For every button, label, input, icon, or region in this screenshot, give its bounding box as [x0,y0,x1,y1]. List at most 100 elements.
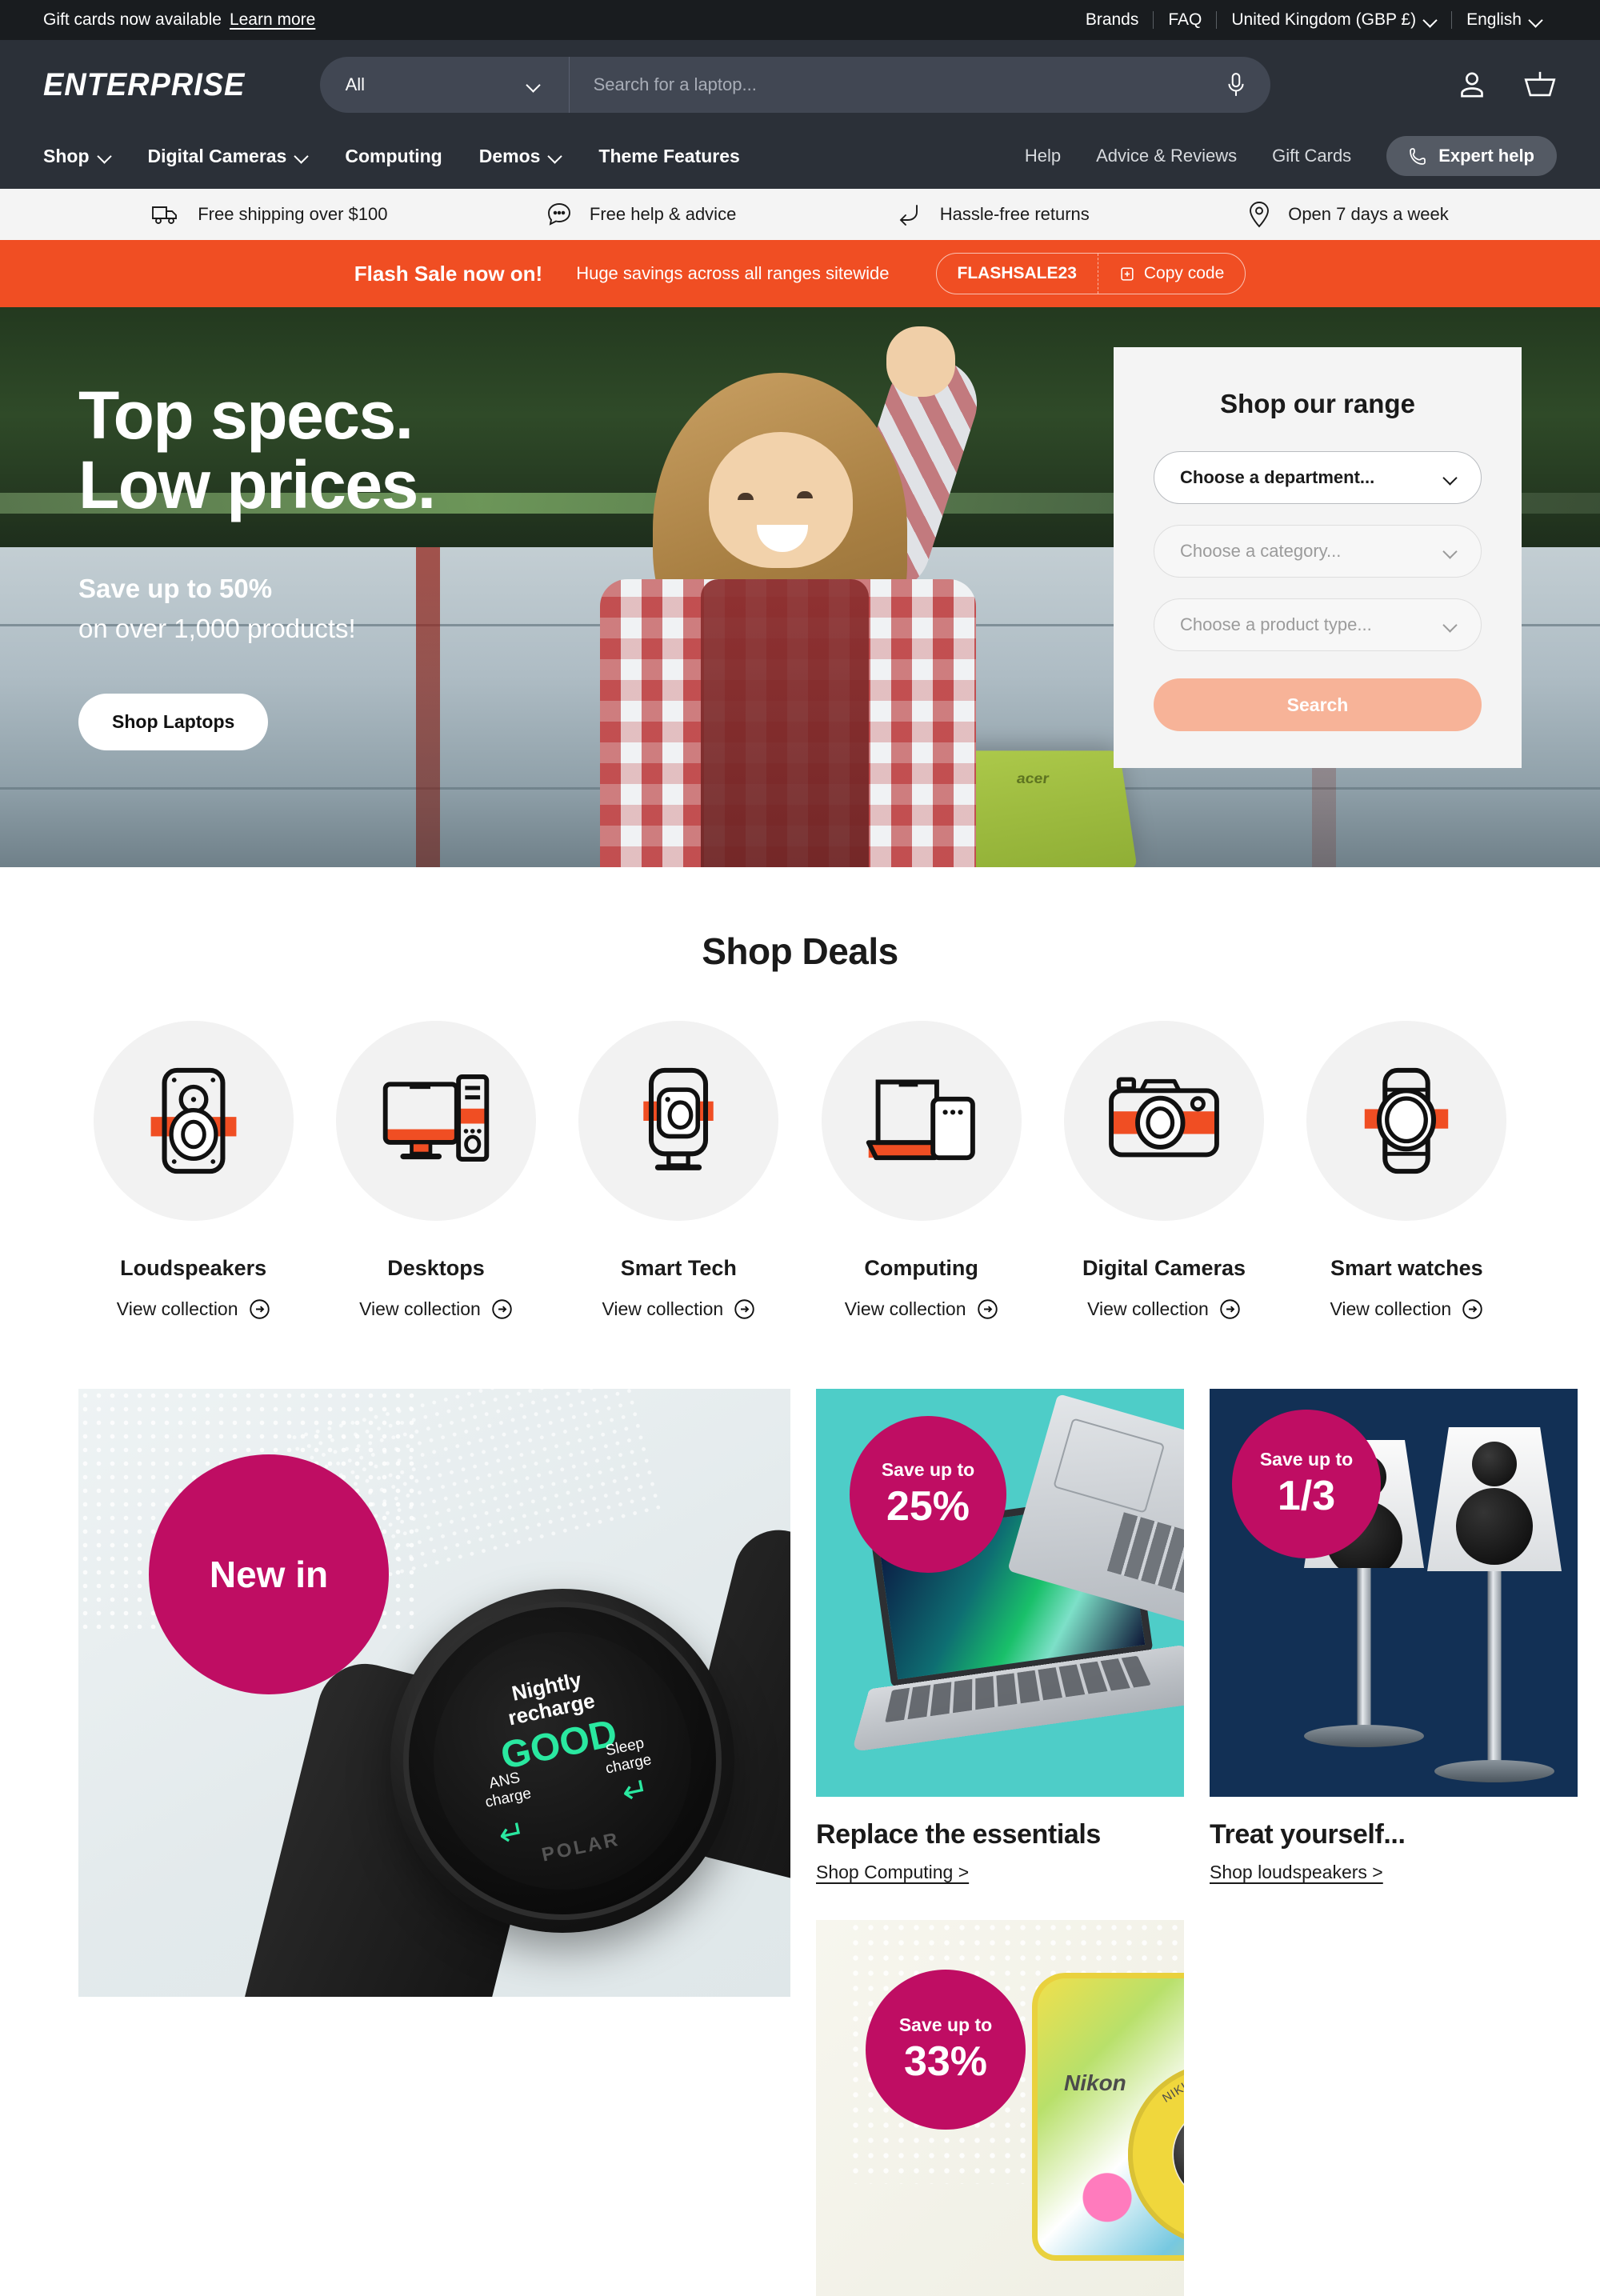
deal-category-smart-watches[interactable]: Smart watches View collection [1286,1021,1528,1320]
brands-link[interactable]: Brands [1071,10,1154,30]
shop-deals-section: Shop Deals Loudspeakers View collection [0,867,1600,1320]
promo-code-value: FLASHSALE23 [937,254,1098,294]
nav-label: Computing [345,145,442,166]
chevron-down-icon [295,150,308,162]
nav-item-gift-cards[interactable]: Gift Cards [1272,146,1351,166]
basket-icon[interactable] [1523,69,1557,101]
view-collection-label: View collection [1087,1298,1209,1319]
nav-item-advice-reviews[interactable]: Advice & Reviews [1096,146,1237,166]
chevron-down-icon [1530,14,1542,26]
promo-column-right: Save up to 1/3 Treat yourself... Shop lo… [1210,1389,1578,2296]
microphone-icon [1228,73,1244,96]
shop-computing-link[interactable]: Shop Computing > [816,1862,969,1883]
category-select[interactable]: Choose a category... [1154,525,1482,578]
shop-deals-grid: Loudspeakers View collection Desktops Vi… [0,973,1600,1320]
arrow-right-circle-icon [1220,1299,1240,1319]
faq-link[interactable]: FAQ [1154,10,1216,30]
chevron-down-icon [527,78,540,91]
nav-item-demos[interactable]: Demos [479,146,562,167]
header-action-icons [1456,69,1557,101]
view-collection-link[interactable]: View collection [314,1298,557,1320]
department-select[interactable]: Choose a department... [1154,451,1482,504]
arrow-up-icon: ↵ [495,1814,530,1854]
category-icon-wrap[interactable] [1063,1021,1264,1221]
deal-category-loudspeakers[interactable]: Loudspeakers View collection [72,1021,314,1320]
nav-label: Shop [43,145,90,166]
new-in-badge-label: New in [209,1553,329,1595]
language-label: English [1466,10,1522,29]
view-collection-link[interactable]: View collection [558,1298,800,1320]
nav-item-theme-features[interactable]: Theme Features [598,146,739,167]
voice-search-button[interactable] [1202,57,1270,113]
country-label: United Kingdom (GBP £) [1231,10,1417,29]
deal-category-digital-cameras[interactable]: Digital Cameras View collection [1042,1021,1285,1320]
expert-help-button[interactable]: Expert help [1386,136,1557,176]
shop-laptops-button[interactable]: Shop Laptops [78,693,269,750]
chevron-down-icon [1444,618,1457,631]
announcement-text: Gift cards now available [43,10,222,29]
category-icon-wrap[interactable] [93,1021,294,1221]
view-collection-label: View collection [116,1298,238,1319]
deal-category-desktops[interactable]: Desktops View collection [314,1021,557,1320]
site-logo[interactable]: ENTERPRISE [43,67,245,103]
promo-column-middle: Save up to 25% Replace the essentials Sh… [816,1389,1184,2296]
badge-value: 1/3 [1277,1472,1336,1519]
copy-code-label: Copy code [1143,264,1225,282]
nav-item-computing[interactable]: Computing [345,146,442,167]
nav-label: Digital Cameras [147,145,287,166]
shop-loudspeakers-link[interactable]: Shop loudspeakers > [1210,1862,1383,1883]
watch-promo-image: New in Nightly recharge GOOD ANS charge [78,1389,790,1997]
benefit-open-7-days: Open 7 days a week [1248,201,1449,228]
promo-code-pill: FLASHSALE23 Copy code [935,253,1246,294]
view-collection-link[interactable]: View collection [800,1298,1042,1320]
view-collection-link[interactable]: View collection [1042,1298,1285,1320]
view-collection-link[interactable]: View collection [1286,1298,1528,1320]
arrow-right-circle-icon [734,1299,754,1319]
laptop-tablet-icon [866,1079,975,1161]
category-value: Choose a category... [1180,541,1342,561]
search-category-select[interactable]: All [320,57,570,113]
announcement-bar: Gift cards now available Learn more Bran… [0,0,1600,40]
country-selector[interactable]: United Kingdom (GBP £) [1217,10,1451,30]
save-25-badge: Save up to 25% [850,1416,1006,1573]
benefit-label: Free shipping over $100 [198,204,388,224]
deal-category-smart-tech[interactable]: Smart Tech View collection [558,1021,800,1320]
category-icon-wrap[interactable] [335,1021,536,1221]
benefit-label: Open 7 days a week [1288,204,1449,224]
view-collection-label: View collection [1330,1298,1452,1319]
view-collection-link[interactable]: View collection [72,1298,314,1320]
search-input[interactable] [569,57,1202,113]
benefit-free-shipping: Free shipping over $100 [151,202,387,226]
nav-item-shop[interactable]: Shop [43,146,111,167]
account-icon[interactable] [1456,69,1488,101]
search-category-value: All [345,74,366,94]
range-card-title: Shop our range [1220,389,1415,418]
promo-new-in-watch[interactable]: New in Nightly recharge GOOD ANS charge [78,1389,790,2296]
language-selector[interactable]: English [1452,10,1557,30]
category-icon-wrap[interactable] [578,1021,779,1221]
header-top-row: ENTERPRISE All [43,40,1557,130]
range-search-button[interactable]: Search [1154,678,1482,731]
category-icon-wrap[interactable] [821,1021,1022,1221]
category-name: Smart watches [1330,1256,1483,1280]
arrow-up-icon: ↵ [618,1770,653,1811]
nav-item-help[interactable]: Help [1025,146,1061,166]
nav-secondary-items: Help Advice & Reviews Gift Cards Expert … [1025,136,1557,176]
save-33-badge: Save up to 33% [866,1970,1026,2130]
copy-code-button[interactable]: Copy code [1098,254,1245,294]
promo-camera-deal[interactable]: Save up to 33% Nikon NIKKOR 3X OPTICAL Z… [816,1920,1184,2296]
benefit-label: Free help & advice [589,204,737,224]
product-type-value: Choose a product type... [1180,614,1372,634]
category-icon-wrap[interactable] [1306,1021,1507,1221]
deal-category-computing[interactable]: Computing View collection [800,1021,1042,1320]
learn-more-link[interactable]: Learn more [230,10,315,30]
nav-primary-items: Shop Digital Cameras Computing Demos The… [43,146,740,167]
announcement-utility-links: Brands FAQ United Kingdom (GBP £) Englis… [1071,10,1557,30]
arrow-right-circle-icon [492,1299,512,1319]
promo-replace-the-essentials[interactable]: Save up to 25% Replace the essentials Sh… [816,1389,1184,1883]
speakers-promo-image: Save up to 1/3 [1210,1389,1578,1797]
product-type-select[interactable]: Choose a product type... [1154,598,1482,651]
nav-item-digital-cameras[interactable]: Digital Cameras [148,146,309,167]
promo-treat-yourself[interactable]: Save up to 1/3 Treat yourself... Shop lo… [1210,1389,1578,1883]
view-collection-label: View collection [844,1298,966,1319]
